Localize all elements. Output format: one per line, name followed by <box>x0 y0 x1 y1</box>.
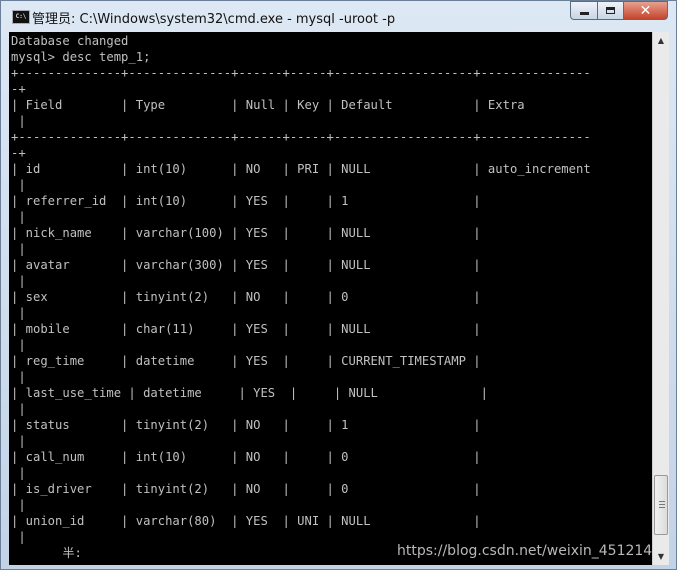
console-line: -+ <box>11 82 26 96</box>
cmd-app-icon[interactable]: C:\ <box>12 10 30 24</box>
console-line: +--------------+--------------+------+--… <box>11 130 591 144</box>
console-line: | Field | Type | Null | Key | Default | … <box>11 98 525 112</box>
console-line: Database changed <box>11 34 129 48</box>
console-line: | <box>11 178 26 192</box>
console-line: | avatar | varchar(300) | YES | | NULL | <box>11 258 481 272</box>
grip-line <box>659 504 665 505</box>
close-button[interactable]: ✕ <box>623 1 668 20</box>
console-line: | call_num | int(10) | NO | | 0 | <box>11 450 481 464</box>
console-line: | <box>11 434 26 448</box>
console-line: -+ <box>11 146 26 160</box>
console-line: | <box>11 210 26 224</box>
console-line: 半: <box>11 546 82 560</box>
window-title: 管理员: C:\Windows\system32\cmd.exe - mysql… <box>32 12 396 27</box>
console-line: | mobile | char(11) | YES | | NULL | <box>11 322 481 336</box>
console-line: | <box>11 306 26 320</box>
console-output[interactable]: Database changed mysql> desc temp_1; +--… <box>9 32 652 565</box>
scroll-down-arrow-icon[interactable]: ▼ <box>653 548 669 565</box>
console-line: | union_id | varchar(80) | YES | UNI | N… <box>11 514 481 528</box>
console-line: | is_driver | tinyint(2) | NO | | 0 | <box>11 482 481 496</box>
console-line: | <box>11 466 26 480</box>
maximize-button[interactable] <box>597 1 623 20</box>
vertical-scrollbar[interactable]: ▲ ▼ <box>652 32 669 565</box>
minimize-icon <box>579 12 589 15</box>
title-bar[interactable]: C:\ 管理员: C:\Windows\system32\cmd.exe - m… <box>1 1 676 31</box>
console-line: | <box>11 402 26 416</box>
console-line: | <box>11 338 26 352</box>
console-line: | <box>11 274 26 288</box>
console-line: | <box>11 498 26 512</box>
console-text: Database changed mysql> desc temp_1; +--… <box>9 32 652 561</box>
console-line: | sex | tinyint(2) | NO | | 0 | <box>11 290 481 304</box>
console-line: | id | int(10) | NO | PRI | NULL | auto_… <box>11 162 591 176</box>
console-line: | <box>11 370 26 384</box>
grip-line <box>659 507 665 508</box>
console-line: | last_use_time | datetime | YES | | NUL… <box>11 386 488 400</box>
console-line: | reg_time | datetime | YES | | CURRENT_… <box>11 354 481 368</box>
console-line: mysql> desc temp_1; <box>11 50 151 64</box>
console-line: | status | tinyint(2) | NO | | 1 | <box>11 418 481 432</box>
console-line: +--------------+--------------+------+--… <box>11 66 591 80</box>
console-line: | <box>11 242 26 256</box>
maximize-icon <box>606 7 615 14</box>
console-line: | referrer_id | int(10) | YES | | 1 | <box>11 194 481 208</box>
console-line: | <box>11 530 26 544</box>
cmd-window: C:\ 管理员: C:\Windows\system32\cmd.exe - m… <box>0 0 677 570</box>
grip-line <box>659 501 665 502</box>
window-controls: ✕ <box>570 1 668 20</box>
watermark-text: https://blog.csdn.net/weixin_451214 <box>397 543 653 559</box>
scroll-up-arrow-icon[interactable]: ▲ <box>653 32 669 49</box>
scrollbar-thumb[interactable] <box>654 475 668 535</box>
close-icon: ✕ <box>639 2 652 19</box>
console-line: | nick_name | varchar(100) | YES | | NUL… <box>11 226 481 240</box>
minimize-button[interactable] <box>570 1 597 20</box>
console-line: | <box>11 114 26 128</box>
